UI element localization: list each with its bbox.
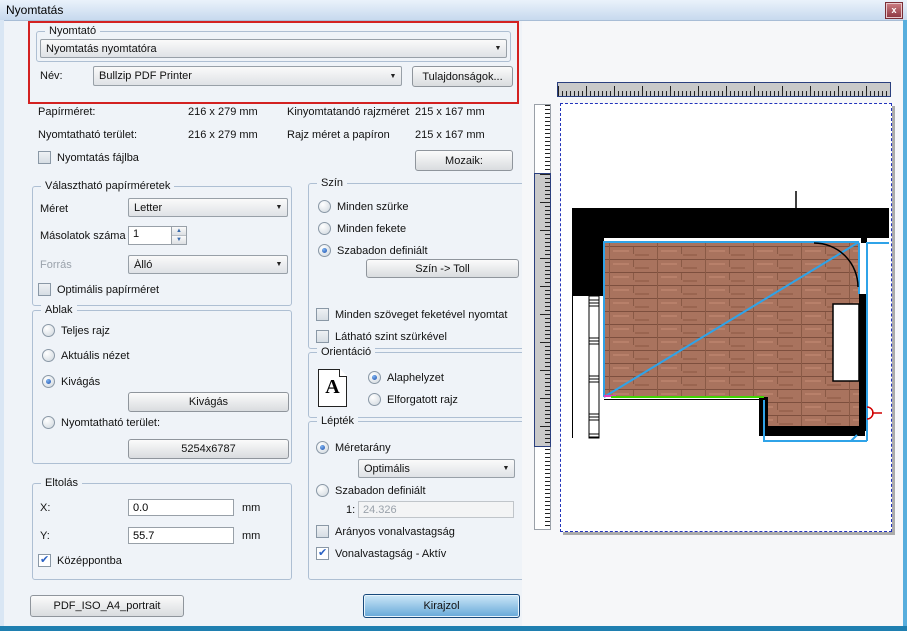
- orientation-label: Orientáció: [317, 346, 375, 358]
- radio-icon: [318, 222, 331, 235]
- scale-label: Lépték: [317, 415, 358, 427]
- scale-ratio-radio[interactable]: Méretarány: [316, 441, 391, 454]
- color-to-pen-button[interactable]: Szín -> Toll: [366, 259, 519, 278]
- all-gray-radio[interactable]: Minden szürke: [318, 200, 409, 213]
- printer-group-label: Nyomtató: [45, 25, 100, 37]
- scale-custom-field[interactable]: [358, 501, 514, 518]
- printable-area-radio[interactable]: Nyomtatható terület:: [42, 416, 160, 429]
- orientation-default-radio[interactable]: Alaphelyzet: [368, 371, 444, 384]
- all-black-radio[interactable]: Minden fekete: [318, 222, 406, 235]
- checkbox-icon: [316, 308, 329, 321]
- color-label: Szín: [317, 177, 347, 189]
- size-label: Méret: [40, 203, 68, 215]
- source-label: Forrás: [40, 259, 72, 271]
- crop-button[interactable]: Kivágás: [128, 392, 289, 412]
- offset-x-label: X:: [40, 502, 50, 514]
- chevron-down-icon: ▼: [490, 45, 506, 52]
- copies-value[interactable]: 1: [128, 226, 172, 245]
- spinner-down-icon[interactable]: ▼: [172, 235, 186, 244]
- print-preview-panel: [522, 21, 903, 626]
- paper-sizes-label: Választható papírméretek: [41, 180, 174, 192]
- radio-icon: [316, 484, 329, 497]
- print-dialog: Nyomtatás x Nyomtató Nyomtatás nyomtatór…: [0, 0, 907, 631]
- radio-icon: [318, 200, 331, 213]
- properties-button[interactable]: Tulajdonságok...: [412, 66, 513, 87]
- offset-y-field[interactable]: [128, 527, 234, 544]
- checkbox-icon: [38, 283, 51, 296]
- offset-label: Eltolás: [41, 477, 82, 489]
- portrait-orientation-icon: A: [318, 369, 347, 407]
- dialog-title: Nyomtatás: [6, 3, 63, 17]
- window-border-bottom: [0, 626, 907, 631]
- paper-size-value: 216 x 279 mm: [188, 106, 258, 118]
- printable-area-value: 216 x 279 mm: [188, 129, 258, 141]
- printer-name-label: Név:: [40, 70, 63, 82]
- preset-button[interactable]: PDF_ISO_A4_portrait: [30, 595, 184, 617]
- current-view-radio[interactable]: Aktuális nézet: [42, 349, 129, 362]
- offset-x-unit: mm: [242, 502, 260, 514]
- radio-selected-icon: [316, 441, 329, 454]
- offset-y-unit: mm: [242, 530, 260, 542]
- chevron-down-icon: ▼: [498, 465, 514, 472]
- offset-y-label: Y:: [40, 530, 50, 542]
- radio-selected-icon: [318, 244, 331, 257]
- offset-x-field[interactable]: [128, 499, 234, 516]
- scale-custom-radio[interactable]: Szabadon definiált: [316, 484, 426, 497]
- scale-one-label: 1:: [346, 504, 355, 516]
- drawing-size-label: Kinyomtatandó rajzméret: [287, 106, 409, 118]
- printer-name-select[interactable]: Bullzip PDF Printer ▼: [93, 66, 402, 86]
- checkbox-icon: [38, 151, 51, 164]
- custom-color-radio[interactable]: Szabadon definiált: [318, 244, 428, 257]
- all-text-black-checkbox[interactable]: Minden szöveget feketével nyomtat: [316, 308, 507, 321]
- titlebar: Nyomtatás x: [0, 0, 907, 21]
- crop-radio[interactable]: Kivágás: [42, 375, 100, 388]
- drawing-on-paper-value: 215 x 167 mm: [415, 129, 485, 141]
- orientation-rotated-radio[interactable]: Elforgatott rajz: [368, 393, 458, 406]
- chevron-down-icon: ▼: [271, 261, 287, 268]
- print-to-file-checkbox[interactable]: Nyomtatás fájlba: [38, 151, 139, 164]
- lineweight-active-checkbox[interactable]: Vonalvastagság - Aktív: [316, 547, 446, 560]
- spinner-up-icon[interactable]: ▲: [172, 227, 186, 235]
- optimal-paper-checkbox[interactable]: Optimális papírméret: [38, 283, 159, 296]
- chevron-down-icon: ▼: [385, 73, 401, 80]
- draw-button[interactable]: Kirajzol: [363, 594, 520, 618]
- full-drawing-radio[interactable]: Teljes rajz: [42, 324, 110, 337]
- chevron-down-icon: ▼: [271, 204, 287, 211]
- visible-layer-gray-checkbox[interactable]: Látható szint szürkével: [316, 330, 447, 343]
- checkbox-checked-icon: [316, 547, 329, 560]
- size-select[interactable]: Letter ▼: [128, 198, 288, 217]
- checkbox-icon: [316, 525, 329, 538]
- radio-selected-icon: [368, 371, 381, 384]
- radio-icon: [42, 416, 55, 429]
- close-icon[interactable]: x: [886, 3, 902, 18]
- horizontal-ruler: [557, 82, 891, 97]
- radio-icon: [42, 324, 55, 337]
- window-border-right: [903, 20, 907, 631]
- print-target-select[interactable]: Nyomtatás nyomtatóra ▼: [40, 39, 507, 58]
- checkbox-icon: [316, 330, 329, 343]
- radio-selected-icon: [42, 375, 55, 388]
- proportional-lineweight-checkbox[interactable]: Arányos vonalvastagság: [316, 525, 455, 538]
- mosaic-button[interactable]: Mozaik:: [415, 150, 513, 171]
- drawing-size-value: 215 x 167 mm: [415, 106, 485, 118]
- center-checkbox[interactable]: Középpontba: [38, 554, 122, 567]
- copies-label: Másolatok száma: [40, 230, 126, 242]
- printable-area-label: Nyomtatható terület:: [38, 129, 137, 141]
- vertical-ruler-highlight: [534, 173, 551, 447]
- source-select[interactable]: Álló ▼: [128, 255, 288, 274]
- preview-page: [560, 103, 892, 532]
- scale-ratio-select[interactable]: Optimális ▼: [358, 459, 515, 478]
- window-area-label: Ablak: [41, 304, 77, 316]
- printable-size-button[interactable]: 5254x6787: [128, 439, 289, 459]
- paper-size-label: Papírméret:: [38, 106, 95, 118]
- radio-icon: [368, 393, 381, 406]
- drawing-on-paper-label: Rajz méret a papíron: [287, 129, 390, 141]
- floorplan-drawing: [561, 104, 891, 531]
- copies-stepper[interactable]: 1 ▲ ▼: [128, 226, 187, 245]
- window-border-left: [0, 20, 4, 631]
- radio-icon: [42, 349, 55, 362]
- checkbox-checked-icon: [38, 554, 51, 567]
